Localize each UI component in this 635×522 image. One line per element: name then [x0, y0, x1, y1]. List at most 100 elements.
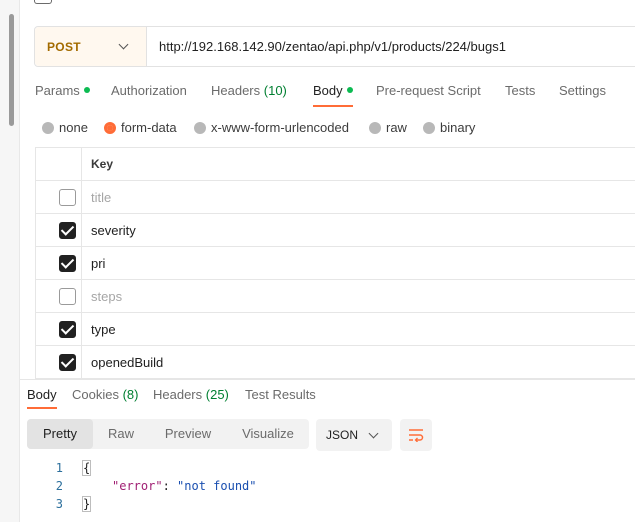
row-checkbox[interactable]: [59, 255, 76, 272]
tab-label: Headers: [211, 83, 261, 98]
tab-count: (8): [122, 387, 139, 402]
request-tabs: Params Authorization Headers (10) Body P…: [35, 83, 635, 109]
line-number: 3: [55, 497, 63, 511]
checkbox-cell: [36, 214, 82, 247]
row-checkbox[interactable]: [59, 288, 76, 305]
row-checkbox[interactable]: [59, 321, 76, 338]
json-value: "not found": [177, 479, 257, 493]
tab-label: Test Results: [245, 387, 316, 402]
table-row: severity: [36, 214, 635, 247]
resp-tab-headers[interactable]: Headers (25): [153, 387, 229, 409]
row-key[interactable]: openedBuild: [91, 355, 163, 370]
row-checkbox[interactable]: [59, 222, 76, 239]
open-brace: {: [81, 460, 92, 476]
table-row: steps: [36, 280, 635, 313]
json-colon: :: [162, 479, 178, 493]
checkbox-cell: [36, 280, 82, 313]
form-data-table: Key title severity pri steps type opened…: [35, 147, 635, 379]
row-key[interactable]: steps: [91, 289, 122, 304]
response-tabs: Body Cookies (8) Headers (25) Test Resul…: [27, 387, 627, 411]
format-label: JSON: [326, 428, 359, 442]
response-code-view[interactable]: 1 { 2 "error": "not found" 3 }: [27, 460, 627, 521]
row-key[interactable]: pri: [91, 256, 105, 271]
tab-tests[interactable]: Tests: [505, 83, 535, 107]
radio-circle-icon: [42, 122, 54, 134]
radio-label: x-www-form-urlencoded: [211, 120, 349, 135]
format-select[interactable]: JSON: [316, 419, 392, 451]
tab-label: Authorization: [111, 83, 187, 98]
table-row: openedBuild: [36, 346, 635, 379]
tab-label: Body: [27, 387, 57, 402]
close-brace: }: [81, 496, 92, 512]
view-preview-button[interactable]: Preview: [149, 419, 227, 449]
row-checkbox[interactable]: [59, 189, 76, 206]
active-dot-icon: [346, 87, 353, 93]
scrollbar-thumb[interactable]: [9, 14, 14, 126]
radio-label: form-data: [121, 120, 177, 135]
table-row: pri: [36, 247, 635, 280]
left-panel-strip: [0, 0, 20, 522]
radio-circle-icon: [194, 122, 206, 134]
chevron-down-icon: [118, 39, 129, 50]
active-dot-icon: [83, 87, 90, 93]
tab-authorization[interactable]: Authorization: [111, 83, 187, 107]
key-column-header: Key: [91, 157, 114, 171]
view-pretty-button[interactable]: Pretty: [27, 419, 93, 449]
url-bar: POST http://192.168.142.90/zentao/api.ph…: [34, 26, 635, 67]
radio-selected-icon: [104, 122, 116, 134]
code-line: 2 "error": "not found": [27, 479, 627, 497]
row-key[interactable]: type: [91, 322, 116, 337]
view-visualize-button[interactable]: Visualize: [227, 419, 309, 449]
line-number: 2: [55, 479, 63, 493]
checkbox-column-header: [36, 148, 82, 181]
tab-pre-request-script[interactable]: Pre-request Script: [376, 83, 481, 107]
row-checkbox[interactable]: [59, 354, 76, 371]
tab-label: Tests: [505, 83, 536, 98]
url-input[interactable]: http://192.168.142.90/zentao/api.php/v1/…: [159, 39, 506, 54]
checkbox-cell: [36, 346, 82, 379]
view-mode-group: Pretty Raw Preview Visualize: [27, 419, 309, 449]
radio-circle-icon: [369, 122, 381, 134]
panel-divider[interactable]: [20, 379, 635, 380]
tab-label: Body: [313, 83, 343, 98]
wrap-lines-button[interactable]: [400, 419, 432, 451]
radio-label: none: [59, 120, 88, 135]
resp-tab-body[interactable]: Body: [27, 387, 57, 409]
row-key[interactable]: title: [91, 190, 111, 205]
tab-headers[interactable]: Headers (10): [211, 83, 287, 107]
code-text: }: [81, 496, 92, 512]
method-select[interactable]: POST: [35, 27, 147, 66]
tab-count: (25): [205, 387, 229, 402]
tab-label: Params: [35, 83, 80, 98]
tab-count: (10): [263, 83, 287, 98]
table-header: Key: [36, 148, 635, 181]
view-raw-button[interactable]: Raw: [93, 419, 149, 449]
tab-label: Pre-request Script: [376, 83, 481, 98]
line-number: 1: [55, 461, 63, 475]
code-line: 1 {: [27, 460, 627, 479]
tab-label: Settings: [559, 83, 606, 98]
row-key[interactable]: severity: [91, 223, 136, 238]
tab-settings[interactable]: Settings: [559, 83, 606, 107]
json-key: "error": [112, 479, 163, 493]
checkbox-cell: [36, 313, 82, 346]
tab-label: Headers: [153, 387, 203, 402]
tab-label: Cookies: [72, 387, 119, 402]
back-arrow-icon[interactable]: [34, 0, 52, 4]
tab-params[interactable]: Params: [35, 83, 90, 107]
resp-tab-test-results[interactable]: Test Results: [245, 387, 316, 409]
code-text: "error": "not found": [112, 479, 257, 493]
table-row: type: [36, 313, 635, 346]
checkbox-cell: [36, 247, 82, 280]
wrap-lines-icon: [409, 429, 424, 442]
resp-tab-cookies[interactable]: Cookies (8): [72, 387, 138, 409]
radio-circle-icon: [423, 122, 435, 134]
checkbox-cell: [36, 181, 82, 214]
code-text: {: [81, 460, 92, 476]
chevron-down-icon: [368, 428, 379, 439]
radio-label: raw: [386, 120, 407, 135]
method-label: POST: [47, 40, 81, 54]
tab-body[interactable]: Body: [313, 83, 353, 107]
body-type-options: none form-data x-www-form-urlencoded raw…: [42, 119, 635, 137]
breadcrumb: [34, 0, 634, 6]
